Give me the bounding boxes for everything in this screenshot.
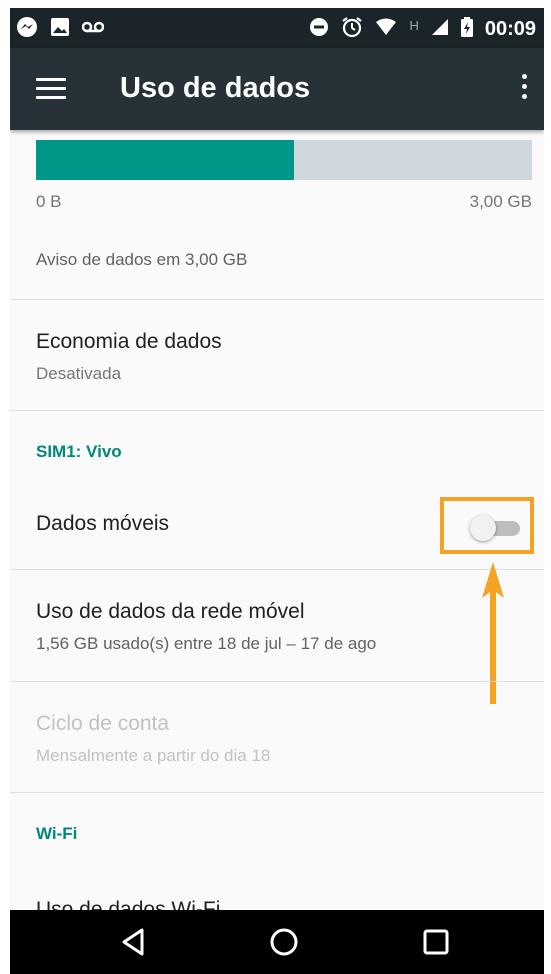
data-saver-item[interactable]: Economia de dados Desativada (10, 300, 544, 410)
battery-icon (460, 17, 473, 42)
data-saver-title: Economia de dados (36, 330, 222, 353)
network-type-label: H (409, 18, 419, 33)
toggle-thumb (470, 515, 496, 541)
messenger-icon (16, 16, 38, 43)
recents-button[interactable] (416, 924, 456, 960)
back-button[interactable] (114, 924, 154, 960)
sim-section-header: SIM1: Vivo (36, 442, 122, 461)
data-usage-bar-fill (36, 140, 294, 180)
clock: 00:09 (484, 18, 536, 40)
more-options-icon[interactable] (514, 74, 534, 106)
billing-cycle-subtitle: Mensalmente a partir do dia 18 (36, 746, 271, 765)
menu-icon[interactable] (36, 78, 66, 102)
wifi-section-header: Wi-Fi (36, 824, 78, 843)
usage-min-label: 0 B (36, 192, 62, 211)
data-saver-status: Desativada (36, 364, 122, 383)
billing-cycle-title: Ciclo de conta (36, 712, 170, 735)
page-title: Uso de dados (120, 72, 311, 104)
mobile-usage-title: Uso de dados da rede móvel (36, 600, 305, 623)
mobile-data-label: Dados móveis (36, 512, 170, 535)
divider (10, 792, 544, 793)
wifi-data-usage-item[interactable]: Uso de dados Wi-Fi (10, 870, 544, 910)
app-bar: Uso de dados (10, 48, 544, 130)
status-bar: H 00:09 (10, 8, 544, 48)
navigation-bar (10, 910, 544, 974)
voicemail-icon (81, 20, 105, 39)
mobile-usage-subtitle: 1,56 GB usado(s) entre 18 de jul – 17 de… (36, 634, 377, 653)
settings-list: 0 B 3,00 GB Aviso de dados em 3,00 GB Ec… (10, 130, 544, 910)
image-icon (50, 17, 70, 42)
divider (10, 410, 544, 411)
home-button[interactable] (264, 924, 304, 960)
data-usage-bar (36, 140, 532, 180)
alarm-icon (341, 16, 363, 43)
data-warning-text: Aviso de dados em 3,00 GB (36, 250, 248, 269)
signal-icon (431, 18, 449, 41)
wifi-icon (375, 18, 397, 41)
usage-max-label: 3,00 GB (469, 192, 532, 211)
phone-screen: H 00:09 Uso de dados 0 B 3,00 GB Aviso d… (10, 8, 544, 974)
wifi-usage-title: Uso de dados Wi-Fi (36, 898, 221, 910)
mobile-data-toggle[interactable] (470, 515, 522, 541)
do-not-disturb-icon (309, 17, 329, 42)
mobile-data-usage-item[interactable]: Uso de dados da rede móvel 1,56 GB usado… (10, 570, 544, 680)
billing-cycle-item[interactable]: Ciclo de conta Mensalmente a partir do d… (10, 682, 544, 792)
